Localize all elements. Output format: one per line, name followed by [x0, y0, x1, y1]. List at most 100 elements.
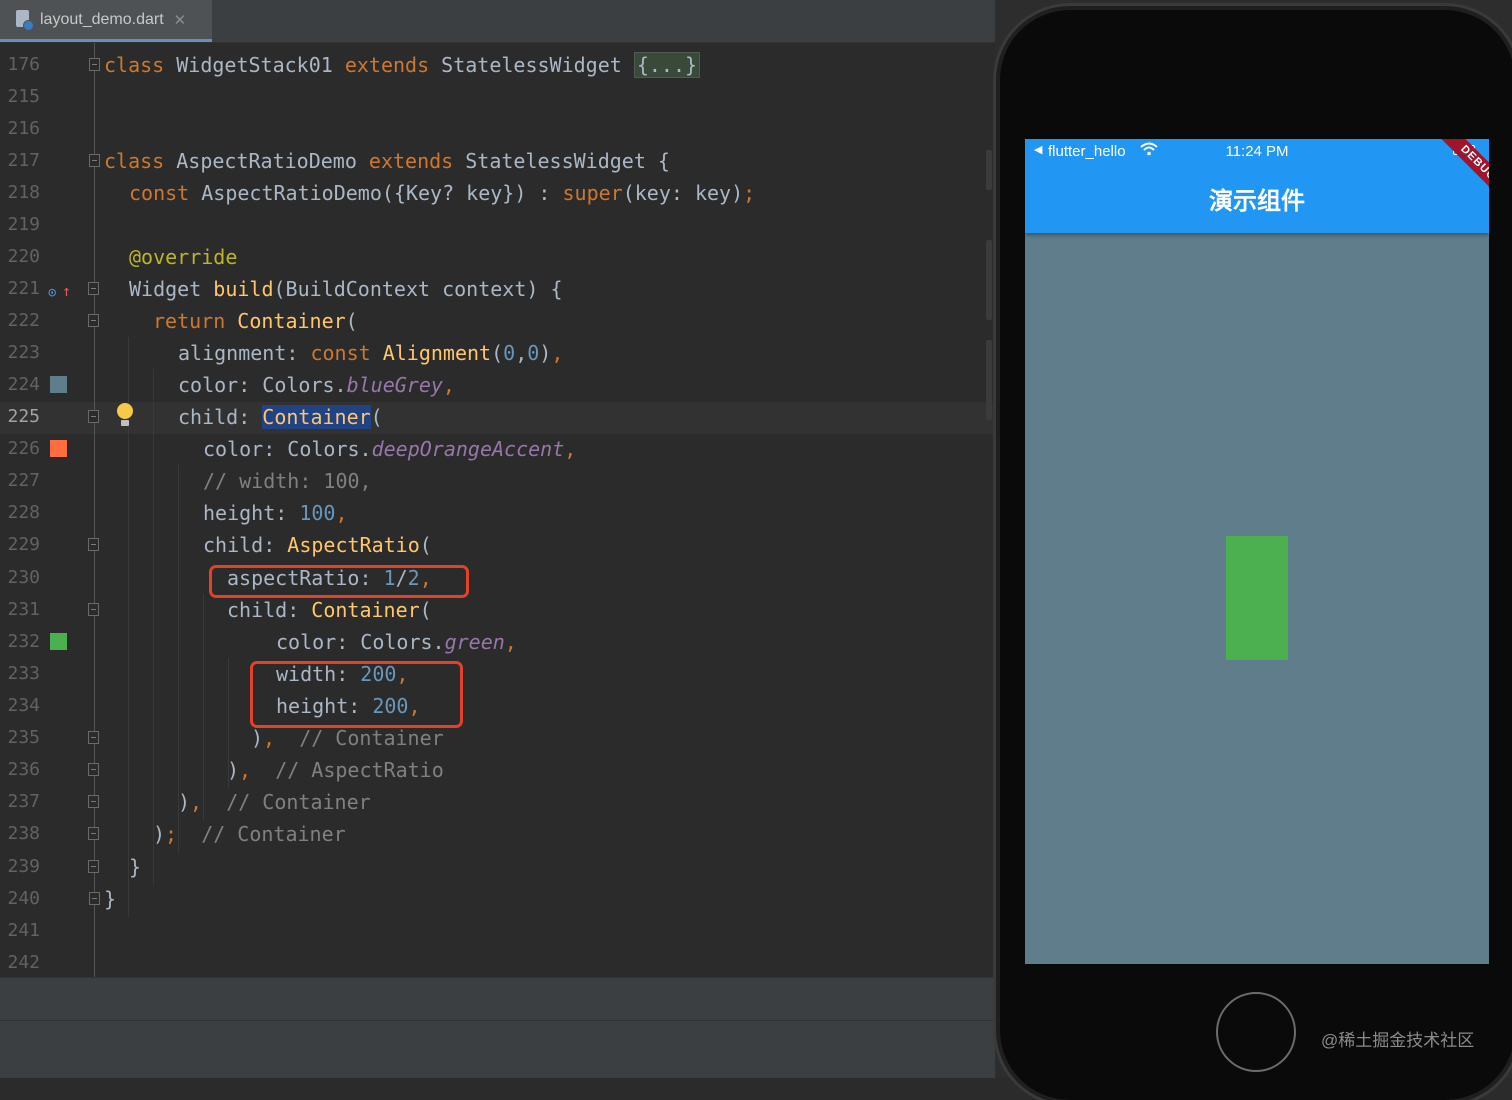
- line-number: 230: [7, 567, 40, 588]
- code-line[interactable]: 220 @override: [0, 241, 995, 273]
- code-line[interactable]: 223 alignment: const Alignment(0,0),: [0, 337, 995, 369]
- code-line[interactable]: 232 color: Colors.green,: [0, 626, 995, 658]
- line-number: 233: [7, 663, 40, 684]
- code-line[interactable]: 229 child: AspectRatio(: [0, 529, 995, 561]
- code-line[interactable]: 234 height: 200,: [0, 690, 995, 722]
- line-number: 215: [7, 86, 40, 107]
- simulator-side-buttons: [986, 150, 992, 430]
- tab-layout-demo[interactable]: layout_demo.dart ✕: [0, 0, 212, 42]
- code-text: class WidgetStack01 extends StatelessWid…: [104, 49, 701, 81]
- code-text: child: AspectRatio(: [203, 533, 432, 557]
- color-swatch-bluegrey[interactable]: [50, 376, 67, 393]
- code-line[interactable]: 176 class WidgetStack01 extends Stateles…: [0, 49, 995, 81]
- line-number: 227: [7, 470, 40, 491]
- line-number: 236: [7, 759, 40, 780]
- code-line[interactable]: 241: [0, 915, 995, 947]
- code-editor[interactable]: 176 class WidgetStack01 extends Stateles…: [0, 43, 995, 977]
- code-line[interactable]: 240 }: [0, 883, 995, 915]
- line-number: 225: [7, 406, 40, 427]
- fold-end-icon[interactable]: [89, 892, 100, 905]
- code-line[interactable]: 224 color: Colors.blueGrey,: [0, 369, 995, 401]
- code-text: @override: [129, 245, 238, 269]
- line-number: 222: [7, 310, 40, 331]
- code-text: const AspectRatioDemo({Key? key}) : supe…: [129, 181, 756, 205]
- code-line[interactable]: 238 ); // Container: [0, 818, 995, 850]
- code-line[interactable]: 239 }: [0, 851, 995, 883]
- code-line[interactable]: 225 child: Container(: [0, 401, 995, 433]
- fold-collapse-icon[interactable]: [88, 603, 99, 616]
- fold-collapse-icon[interactable]: [88, 410, 99, 423]
- color-swatch-deeporangeaccent[interactable]: [50, 440, 67, 457]
- code-line[interactable]: 226 color: Colors.deepOrangeAccent,: [0, 433, 995, 465]
- color-swatch-green[interactable]: [50, 633, 67, 650]
- home-button[interactable]: [1216, 992, 1296, 1072]
- watermark: @稀土掘金技术社区: [1321, 1031, 1475, 1050]
- line-number: 228: [7, 502, 40, 523]
- line-number: 240: [7, 888, 40, 909]
- code-line[interactable]: 219: [0, 209, 995, 241]
- line-number: 234: [7, 695, 40, 716]
- code-line[interactable]: 222 return Container(: [0, 305, 995, 337]
- fold-end-icon[interactable]: [88, 860, 99, 873]
- code-line[interactable]: 233 width: 200,: [0, 658, 995, 690]
- highlight-box-aspectratio: [209, 565, 469, 598]
- dart-file-icon: [16, 9, 34, 31]
- code-line[interactable]: 231 child: Container(: [0, 594, 995, 626]
- phone-status-bar: ◀ flutter_hello 11:24 PM: [1025, 139, 1489, 165]
- highlight-box-size: [250, 661, 463, 728]
- fold-collapse-icon[interactable]: [88, 314, 99, 327]
- code-text: // width: 100,: [203, 469, 372, 493]
- code-line[interactable]: 218 const AspectRatioDemo({Key? key}) : …: [0, 177, 995, 209]
- appbar-title: 演示组件: [1209, 188, 1305, 215]
- line-number: 218: [7, 182, 40, 203]
- fold-end-icon[interactable]: [88, 731, 99, 744]
- code-line[interactable]: 217 class AspectRatioDemo extends Statel…: [0, 145, 995, 177]
- editor-bottom-bar: [0, 977, 995, 1020]
- code-line[interactable]: 215: [0, 81, 995, 113]
- arrow-up-icon: ↑: [62, 282, 72, 300]
- line-number: 224: [7, 374, 40, 395]
- fold-end-icon[interactable]: [88, 827, 99, 840]
- code-line[interactable]: 237 ), // Container: [0, 786, 995, 818]
- code-line[interactable]: 227 // width: 100,: [0, 465, 995, 497]
- code-text: color: Colors.blueGrey,: [178, 373, 455, 397]
- code-text: ); // Container: [153, 822, 346, 846]
- code-text: height: 100,: [203, 501, 348, 525]
- phone-screen[interactable]: ◀ flutter_hello 11:24 PM 演示组件 DEBUG: [1025, 139, 1489, 964]
- tab-label: layout_demo.dart: [40, 10, 164, 28]
- line-number: 226: [7, 438, 40, 459]
- code-text: class AspectRatioDemo extends StatelessW…: [104, 149, 670, 173]
- fold-collapse-icon[interactable]: [88, 538, 99, 551]
- code-line[interactable]: 216: [0, 113, 995, 145]
- line-number: 238: [7, 823, 40, 844]
- code-line[interactable]: 221 ⊙ ↑ Widget build(BuildContext contex…: [0, 273, 995, 305]
- line-number: 219: [7, 214, 40, 235]
- code-line[interactable]: 235 ), // Container: [0, 722, 995, 754]
- editor-tab-bar: layout_demo.dart ✕: [0, 0, 995, 43]
- code-line[interactable]: 228 height: 100,: [0, 497, 995, 529]
- line-number: 239: [7, 856, 40, 877]
- fold-end-icon[interactable]: [88, 763, 99, 776]
- status-bar: [0, 1020, 995, 1078]
- line-number: 241: [7, 920, 40, 941]
- code-text: ), // Container: [178, 790, 371, 814]
- fold-end-icon[interactable]: [88, 795, 99, 808]
- code-text: child: Container(: [178, 405, 383, 429]
- fold-expand-icon[interactable]: [89, 58, 100, 71]
- code-text: return Container(: [153, 309, 358, 333]
- line-number: 229: [7, 534, 40, 555]
- line-number: 232: [7, 631, 40, 652]
- code-text: child: Container(: [227, 598, 432, 622]
- fold-collapse-icon[interactable]: [89, 154, 100, 167]
- code-line[interactable]: 236 ), // AspectRatio: [0, 754, 995, 786]
- close-icon[interactable]: ✕: [174, 11, 187, 29]
- fold-collapse-icon[interactable]: [88, 282, 99, 295]
- code-line[interactable]: 242: [0, 947, 995, 977]
- code-text: color: Colors.green,: [276, 630, 517, 654]
- lightbulb-icon[interactable]: [117, 403, 133, 426]
- line-number: 237: [7, 791, 40, 812]
- line-number: 235: [7, 727, 40, 748]
- code-line[interactable]: 230 aspectRatio: 1/2,: [0, 562, 995, 594]
- line-number: 242: [7, 952, 40, 973]
- line-number: 220: [7, 246, 40, 267]
